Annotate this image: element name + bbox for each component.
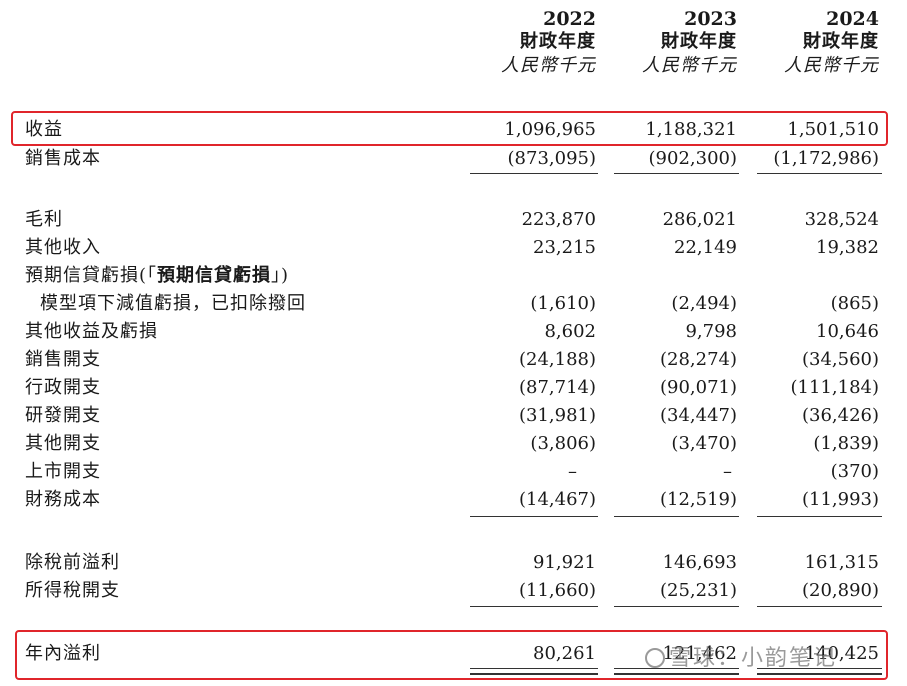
value-2024: 328,524 — [804, 209, 879, 230]
label-suffix: 」) — [271, 265, 290, 286]
watermark: 雪球：小韵笔记 — [645, 640, 837, 672]
table-row-other-income: 其他收入 23,215 22,149 19,382 — [0, 234, 907, 262]
value-2023: (90,071) — [659, 377, 737, 398]
snowball-icon — [645, 648, 665, 668]
value-2022: (873,095) — [507, 148, 596, 169]
table-row-selling-expenses: 銷售開支 (24,188) (28,274) (34,560) — [0, 346, 907, 374]
subtotal-rule — [757, 516, 882, 517]
value-2022: (24,188) — [518, 349, 596, 370]
value-2023: 22,149 — [674, 237, 737, 258]
subtotal-rule — [614, 516, 739, 517]
row-label: 其他收益及虧損 — [25, 321, 158, 342]
value-2023: (2,494) — [671, 293, 737, 314]
value-2022: 23,215 — [533, 237, 596, 258]
year-label: 2023 — [684, 8, 737, 30]
row-label: 行政開支 — [25, 377, 101, 398]
value-2023: 9,798 — [685, 321, 737, 342]
value-2022: 8,602 — [544, 321, 596, 342]
row-label: 預期信貸虧損(「預期信貸虧損」) — [25, 262, 289, 290]
year-label: 2022 — [543, 8, 596, 30]
defined-term: 預期信貸虧損 — [157, 265, 272, 286]
table-row-ecl-impairment: 模型項下減值虧損，已扣除撥回 (1,610) (2,494) (865) — [0, 290, 907, 318]
subtotal-rule — [757, 173, 882, 174]
fiscal-year-label: 財政年度 — [520, 31, 596, 52]
revenue-highlight-box — [11, 111, 888, 146]
value-2023: 286,021 — [662, 209, 737, 230]
value-2024: 10,646 — [816, 321, 879, 342]
value-2023: (12,519) — [659, 489, 737, 510]
value-2023: (902,300) — [648, 148, 737, 169]
value-2024: 161,315 — [804, 552, 879, 573]
value-2024: (11,993) — [801, 489, 879, 510]
year-label: 2024 — [826, 8, 879, 30]
table-row-finance-costs: 財務成本 (14,467) (12,519) (11,993) — [0, 486, 907, 514]
row-label: 上市開支 — [25, 461, 101, 482]
value-2024: (1,172,986) — [773, 148, 879, 169]
currency-label: 人民幣千元 — [501, 55, 596, 76]
fiscal-year-label: 財政年度 — [803, 31, 879, 52]
column-header-2024: 2024 財政年度 人民幣千元 — [784, 8, 879, 78]
value-2024: (34,560) — [801, 349, 879, 370]
row-label: 模型項下減值虧損，已扣除撥回 — [40, 293, 306, 314]
subtotal-rule — [614, 173, 739, 174]
table-row-ecl-heading: 預期信貸虧損(「預期信貸虧損」) — [0, 262, 907, 290]
subtotal-rule — [470, 606, 598, 607]
row-label: 所得稅開支 — [25, 580, 120, 601]
label-prefix: 預期信貸虧損(「 — [25, 265, 158, 286]
table-row-income-tax: 所得稅開支 (11,660) (25,231) (20,890) — [0, 577, 907, 605]
watermark-text: 雪球：小韵笔记 — [669, 646, 838, 671]
value-2023: (34,447) — [659, 405, 737, 426]
column-header-2022: 2022 財政年度 人民幣千元 — [501, 8, 596, 78]
currency-label: 人民幣千元 — [642, 55, 737, 76]
value-2023: 146,693 — [662, 552, 737, 573]
table-row-gross-profit: 毛利 223,870 286,021 328,524 — [0, 206, 907, 234]
subtotal-rule — [757, 606, 882, 607]
subtotal-rule — [614, 606, 739, 607]
row-label: 其他開支 — [25, 433, 101, 454]
value-2024: (20,890) — [801, 580, 879, 601]
column-header-2023: 2023 財政年度 人民幣千元 — [642, 8, 737, 78]
value-2024: (36,426) — [801, 405, 879, 426]
table-row-listing-expenses: 上市開支 – – (370) — [0, 458, 907, 486]
table-row-cost-of-sales: 銷售成本 (873,095) (902,300) (1,172,986) — [0, 145, 907, 173]
fiscal-year-label: 財政年度 — [661, 31, 737, 52]
currency-label: 人民幣千元 — [784, 55, 879, 76]
value-2023: (3,470) — [671, 433, 737, 454]
value-2024: 19,382 — [816, 237, 879, 258]
row-label: 毛利 — [25, 209, 63, 230]
table-row-other-gains-losses: 其他收益及虧損 8,602 9,798 10,646 — [0, 318, 907, 346]
value-2024: (111,184) — [790, 377, 879, 398]
value-2022: – — [568, 461, 577, 482]
value-2023: (25,231) — [659, 580, 737, 601]
table-row-profit-before-tax: 除稅前溢利 91,921 146,693 161,315 — [0, 549, 907, 577]
value-2024: (865) — [830, 293, 879, 314]
value-2022: (11,660) — [518, 580, 596, 601]
value-2022: 223,870 — [521, 209, 596, 230]
table-row-rnd-expenses: 研發開支 (31,981) (34,447) (36,426) — [0, 402, 907, 430]
row-label: 財務成本 — [25, 489, 101, 510]
value-2022: (31,981) — [518, 405, 596, 426]
row-label: 研發開支 — [25, 405, 101, 426]
value-2022: (3,806) — [530, 433, 596, 454]
value-2022: 91,921 — [533, 552, 596, 573]
value-2023: (28,274) — [659, 349, 737, 370]
table-row-admin-expenses: 行政開支 (87,714) (90,071) (111,184) — [0, 374, 907, 402]
row-label: 銷售成本 — [25, 148, 101, 169]
value-2024: (1,839) — [813, 433, 879, 454]
row-label: 其他收入 — [25, 237, 101, 258]
table-row-other-expenses: 其他開支 (3,806) (3,470) (1,839) — [0, 430, 907, 458]
subtotal-rule — [470, 173, 598, 174]
row-label: 除稅前溢利 — [25, 552, 120, 573]
value-2022: (14,467) — [518, 489, 596, 510]
value-2022: (1,610) — [530, 293, 596, 314]
value-2024: (370) — [830, 461, 879, 482]
value-2023: – — [723, 461, 732, 482]
subtotal-rule — [470, 516, 598, 517]
row-label: 銷售開支 — [25, 349, 101, 370]
value-2022: (87,714) — [518, 377, 596, 398]
